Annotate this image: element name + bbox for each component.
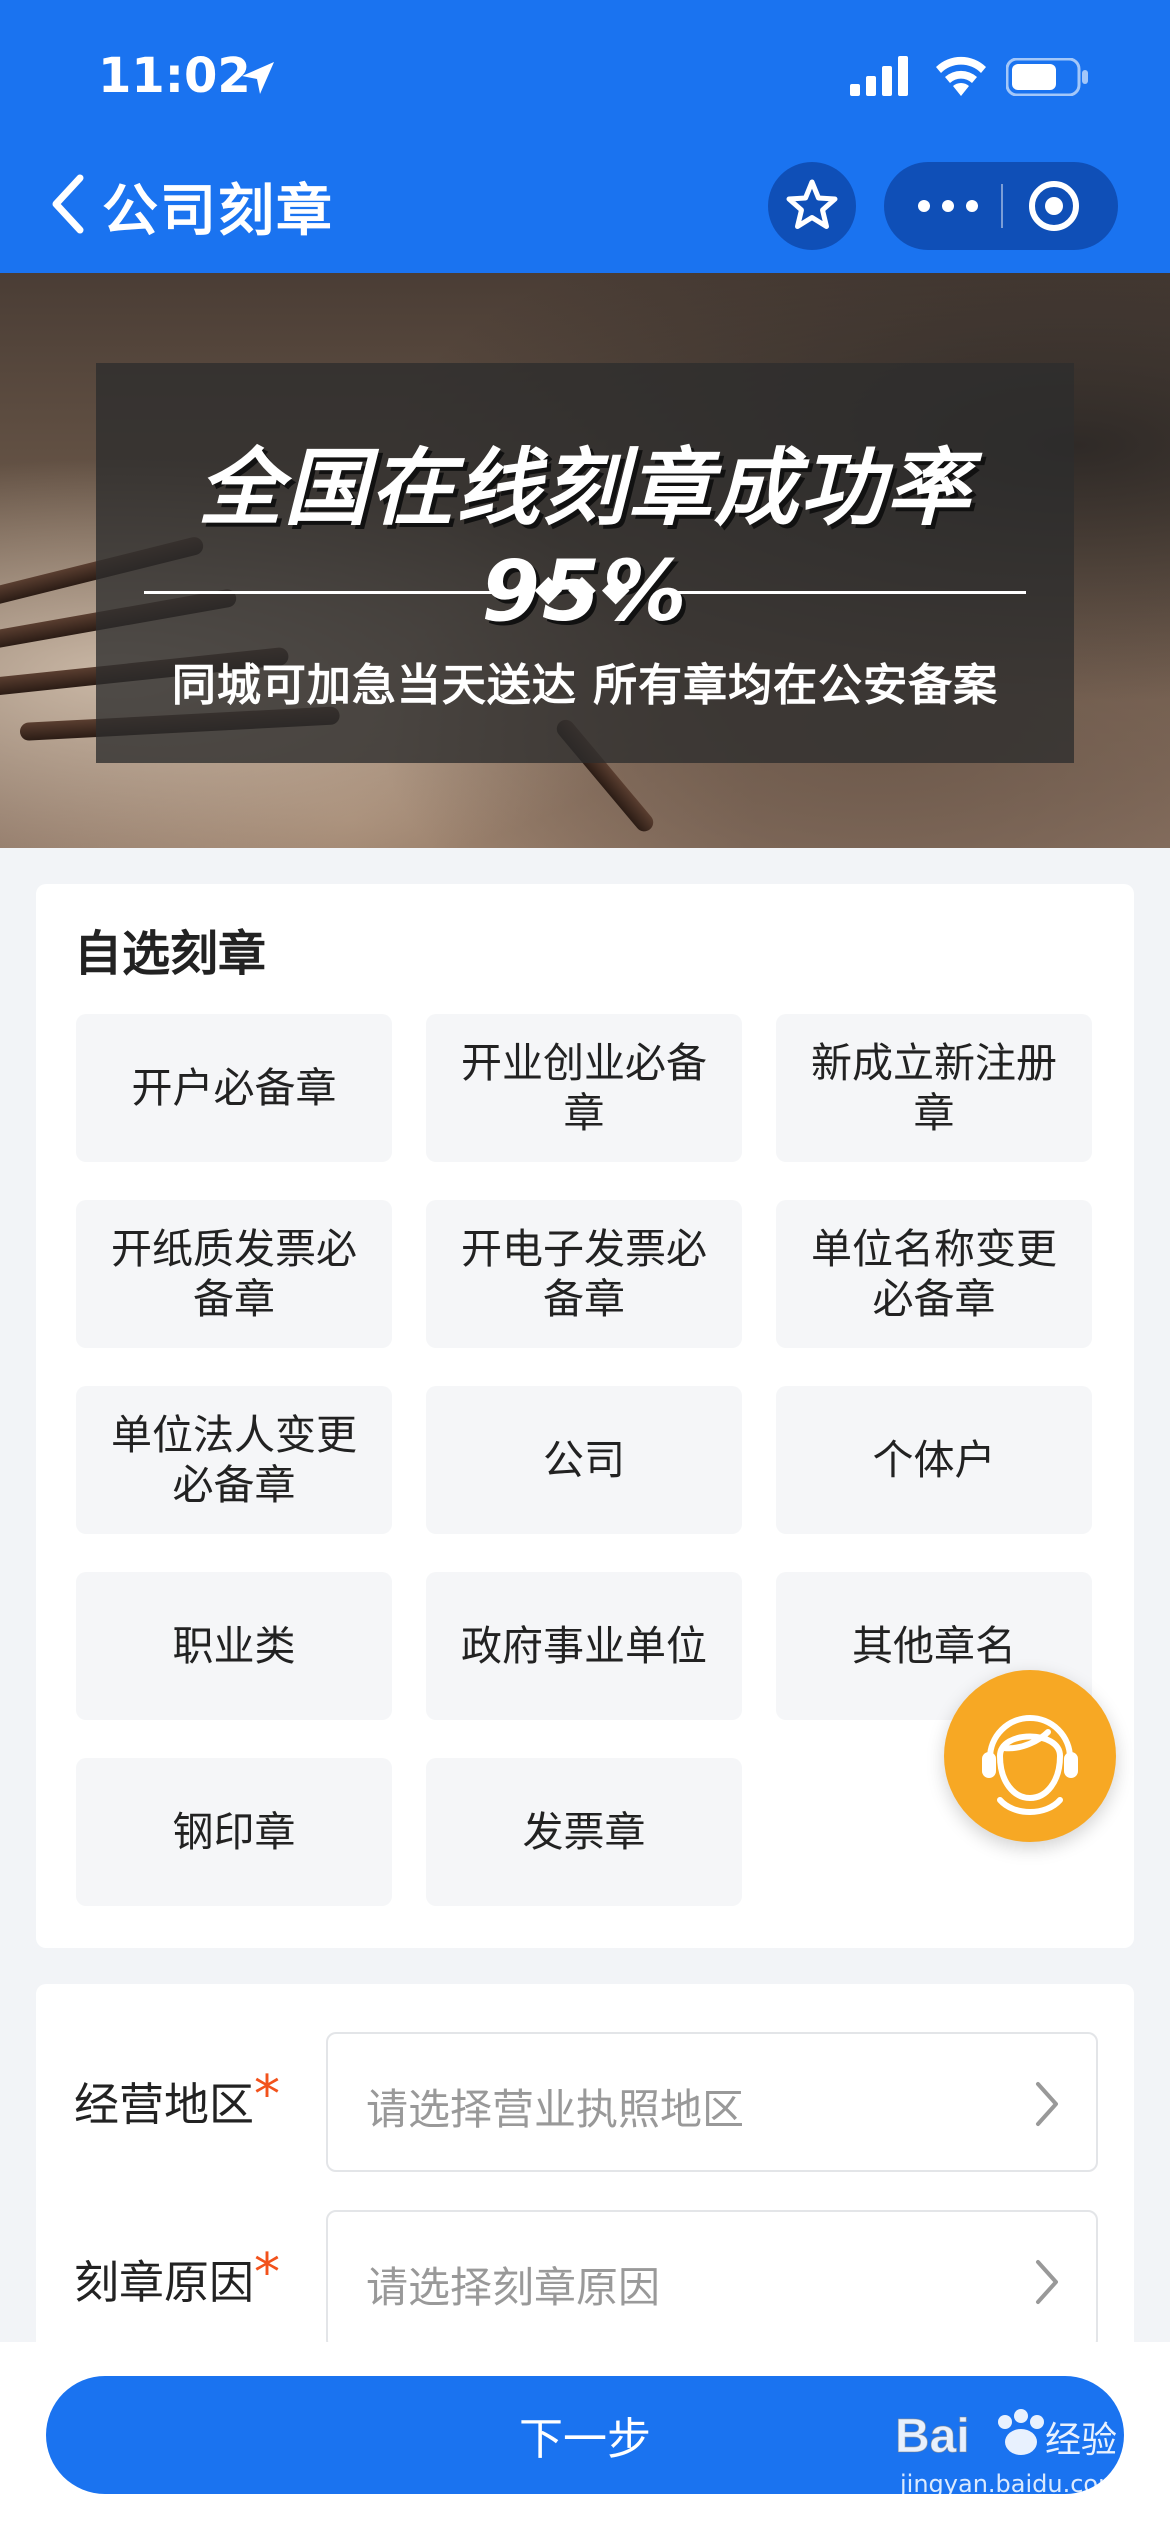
seal-option[interactable]: 开户必备章 [76,1014,392,1162]
chevron-right-icon [1036,2260,1058,2304]
banner-diamonds: ◆◆◆ [534,568,636,609]
reason-label-text: 刻章原因 [74,2256,255,2309]
required-mark: * [254,2243,281,2303]
seal-option[interactable]: 单位名称变更必备章 [776,1200,1092,1348]
more-icon[interactable] [918,200,978,212]
seal-option-label: 开纸质发票必备章 [111,1225,357,1323]
banner-subtitle: 同城可加急当天送达 所有章均在公安备案 [171,660,999,711]
seal-option[interactable]: 政府事业单位 [426,1572,742,1720]
order-form-card: 经营地区* 请选择营业执照地区 刻章原因* 请选择刻章原因 [36,1984,1134,2384]
top-bar: 11:02 公司刻章 [0,0,1170,273]
region-select[interactable]: 请选择营业执照地区 [326,2032,1098,2172]
svg-text:经验: 经验 [1045,2420,1117,2461]
seal-option[interactable]: 职业类 [76,1572,392,1720]
seal-option[interactable]: 个体户 [776,1386,1092,1534]
region-placeholder: 请选择营业执照地区 [366,2085,745,2134]
watermark-url: jingyan.baidu.com [900,2470,1122,2498]
seal-option[interactable]: 开业创业必备章 [426,1014,742,1162]
headset-agent-icon [982,1715,1078,1815]
seal-option-label: 职业类 [172,1622,296,1670]
seal-option-label: 公司 [543,1436,625,1484]
location-arrow-icon [242,62,274,94]
seal-option-label: 单位法人变更必备章 [111,1411,357,1509]
seal-option[interactable]: 发票章 [426,1758,742,1906]
star-icon [786,179,838,229]
seal-option[interactable]: 新成立新注册章 [776,1014,1092,1162]
mini-program-capsule [884,162,1118,250]
seal-option[interactable]: 钢印章 [76,1758,392,1906]
close-miniprogram-icon[interactable] [1026,178,1082,234]
seal-option-label: 政府事业单位 [461,1622,707,1670]
region-label-text: 经营地区 [74,2078,255,2131]
reason-placeholder: 请选择刻章原因 [366,2263,661,2312]
seal-option[interactable]: 单位法人变更必备章 [76,1386,392,1534]
wifi-icon [936,56,986,96]
page-title: 公司刻章 [102,179,334,244]
seal-option-label: 新成立新注册章 [811,1039,1057,1137]
seal-option[interactable]: 开纸质发票必备章 [76,1200,392,1348]
seal-option-label: 开户必备章 [131,1064,337,1112]
cellular-signal-icon [850,56,908,96]
seal-option-label: 钢印章 [172,1808,296,1856]
customer-service-button[interactable] [944,1670,1116,1842]
reason-label: 刻章原因* [74,2243,281,2311]
banner-text-panel: 全国在线刻章成功率95% ◆◆◆ 同城可加急当天送达 所有章均在公安备案 [96,363,1074,763]
region-label: 经营地区* [74,2065,281,2133]
seal-option-label: 单位名称变更必备章 [811,1225,1057,1323]
seal-option-label: 开电子发票必备章 [461,1225,707,1323]
baidu-paw-icon: Bai 经验 [895,2409,1117,2464]
capsule-divider [1001,184,1003,228]
seal-option-label: 发票章 [522,1808,646,1856]
favorite-button[interactable] [768,162,856,250]
status-time: 11:02 [98,48,251,104]
required-mark: * [254,2065,281,2125]
reason-select[interactable]: 请选择刻章原因 [326,2210,1098,2350]
seal-option-label: 其他章名 [852,1622,1016,1670]
svg-text:Bai: Bai [895,2410,970,2463]
back-chevron-icon[interactable] [46,172,90,236]
chevron-right-icon [1036,2082,1058,2126]
banner-divider-right [668,591,1026,594]
seal-option-label: 个体户 [872,1436,996,1484]
baidu-watermark: Bai 经验 [895,2400,1135,2520]
section-title: 自选刻章 [74,926,267,982]
promo-banner: 全国在线刻章成功率95% ◆◆◆ 同城可加急当天送达 所有章均在公安备案 [0,273,1170,848]
battery-icon [1006,58,1088,96]
seal-option[interactable]: 公司 [426,1386,742,1534]
seal-option[interactable]: 开电子发票必备章 [426,1200,742,1348]
seal-option-label: 开业创业必备章 [461,1039,707,1137]
